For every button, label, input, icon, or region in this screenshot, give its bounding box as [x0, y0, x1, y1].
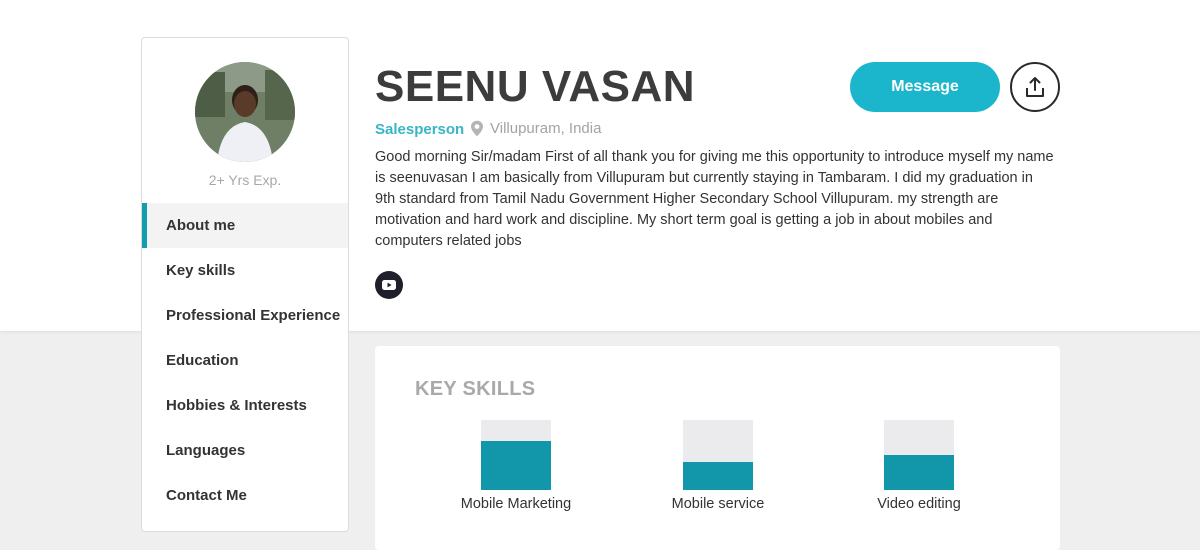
profile-name: SEENU VASAN — [375, 62, 696, 111]
nav-item-hobbies-interests[interactable]: Hobbies & Interests — [142, 383, 348, 428]
share-upload-icon — [1026, 77, 1044, 97]
skill-bar-fill — [481, 441, 551, 490]
key-skills-card: KEY SKILLS Mobile Marketing Mobile servi… — [375, 346, 1060, 550]
skill-label: Mobile service — [671, 496, 765, 512]
skill-item: Mobile service — [648, 420, 788, 512]
profile-role: Salesperson — [375, 121, 465, 138]
skill-bar-track — [683, 420, 753, 490]
skill-label: Mobile Marketing — [460, 496, 572, 512]
profile-sidebar: 2+ Yrs Exp. About me Key skills Professi… — [141, 37, 349, 532]
share-button[interactable] — [1010, 62, 1060, 112]
profile-nav: About me Key skills Professional Experie… — [142, 203, 348, 518]
nav-item-key-skills[interactable]: Key skills — [142, 248, 348, 293]
experience-label: 2+ Yrs Exp. — [208, 172, 282, 188]
nav-item-contact-me[interactable]: Contact Me — [142, 473, 348, 518]
avatar — [195, 62, 295, 162]
location-text: Villupuram, India — [490, 120, 602, 137]
key-skills-title: KEY SKILLS — [415, 378, 536, 400]
skill-bar-fill — [683, 462, 753, 490]
nav-item-professional-experience[interactable]: Professional Experience — [142, 293, 348, 338]
about-text: Good morning Sir/madam First of all than… — [375, 149, 1054, 249]
skill-bar-track — [481, 420, 551, 490]
location-pin-icon — [471, 120, 483, 137]
youtube-icon[interactable] — [375, 271, 403, 299]
message-button[interactable]: Message — [850, 62, 1000, 112]
skill-label: Video editing — [877, 496, 961, 512]
profile-location: Villupuram, India — [470, 120, 601, 137]
avatar-photo — [195, 62, 295, 162]
nav-item-education[interactable]: Education — [142, 338, 348, 383]
skill-bar-fill — [884, 455, 954, 490]
skill-item: Video editing — [849, 420, 989, 512]
nav-item-languages[interactable]: Languages — [142, 428, 348, 473]
skill-item: Mobile Marketing — [446, 420, 586, 512]
nav-item-about-me[interactable]: About me — [142, 203, 348, 248]
skill-bar-track — [884, 420, 954, 490]
